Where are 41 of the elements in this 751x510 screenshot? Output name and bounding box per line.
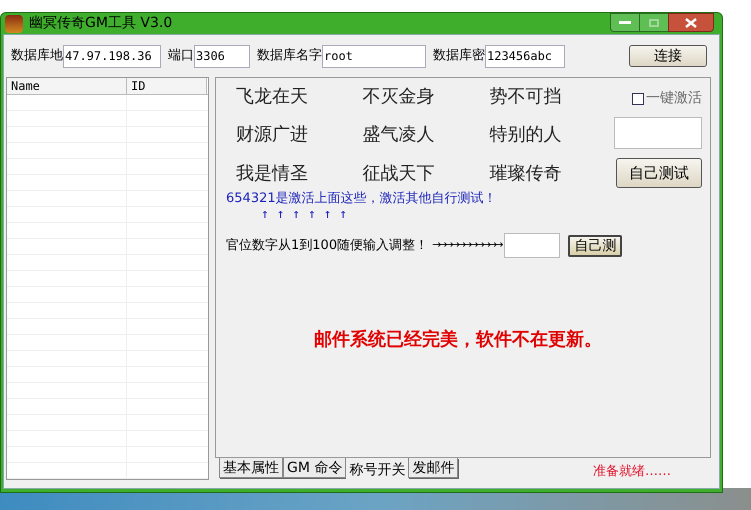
field-label: 数据库地 <box>11 47 63 66</box>
title-label: 我是情圣 <box>235 162 309 186</box>
title-label: 飞龙在天 <box>235 85 309 109</box>
input-field[interactable] <box>614 117 702 149</box>
column-header[interactable]: Name <box>7 78 127 94</box>
arrow-marks: ↑ ↑ ↑ ↑ ↑ ↑ <box>260 208 348 221</box>
text-field[interactable]: 123456abc <box>485 44 565 68</box>
checkbox-label: 一键激活 <box>646 89 702 108</box>
rank-field[interactable] <box>504 233 560 258</box>
rank-label: 官位数字从1到100随便输入调整！ <box>226 236 428 255</box>
close-button[interactable] <box>668 13 714 32</box>
connect-button[interactable]: 连接 <box>629 45 707 67</box>
title-label: 特别的人 <box>488 123 562 148</box>
mail-notice: 邮件系统已经完美，软件不在更新。 <box>313 328 603 352</box>
title-label: 盛气凌人 <box>362 123 436 148</box>
window-title: 幽冥传奇GM工具 V3.0 <box>29 14 172 33</box>
activation-note: 654321是激活上面这些，激活其他自行测试！ <box>226 190 498 208</box>
self-test-button[interactable]: 自己测 <box>568 234 622 256</box>
title-label: 璀璨传奇 <box>488 162 562 186</box>
field-label: 端口 <box>168 47 194 66</box>
minimize-button[interactable] <box>610 13 640 32</box>
checkbox[interactable] <box>632 92 644 104</box>
self-test-button[interactable]: 自己测试 <box>616 158 702 188</box>
text-field[interactable]: 47.97.198.36 <box>63 44 161 68</box>
title-label: 财源广进 <box>235 123 309 148</box>
arrow-marks: →→→→→→→→→→→ <box>432 237 500 254</box>
tab[interactable]: 基本属性 <box>219 458 283 478</box>
field-label: 数据库密 <box>433 47 485 66</box>
title-label: 不灭金身 <box>362 85 436 109</box>
tab[interactable]: GM 命令 <box>283 458 346 478</box>
title-label: 势不可挡 <box>488 85 562 109</box>
status-text: 准备就绪…… <box>593 463 671 481</box>
title-label: 征战天下 <box>362 162 436 186</box>
close-icon <box>685 18 697 28</box>
text-field[interactable]: 3306 <box>194 44 250 68</box>
field-label: 数据库名字 <box>257 47 322 66</box>
text-field[interactable]: root <box>322 44 426 68</box>
tab[interactable]: 发邮件 <box>408 458 458 478</box>
app-logo-icon <box>5 14 23 32</box>
column-header[interactable]: ID <box>127 78 207 94</box>
maximize-button[interactable] <box>640 13 668 32</box>
